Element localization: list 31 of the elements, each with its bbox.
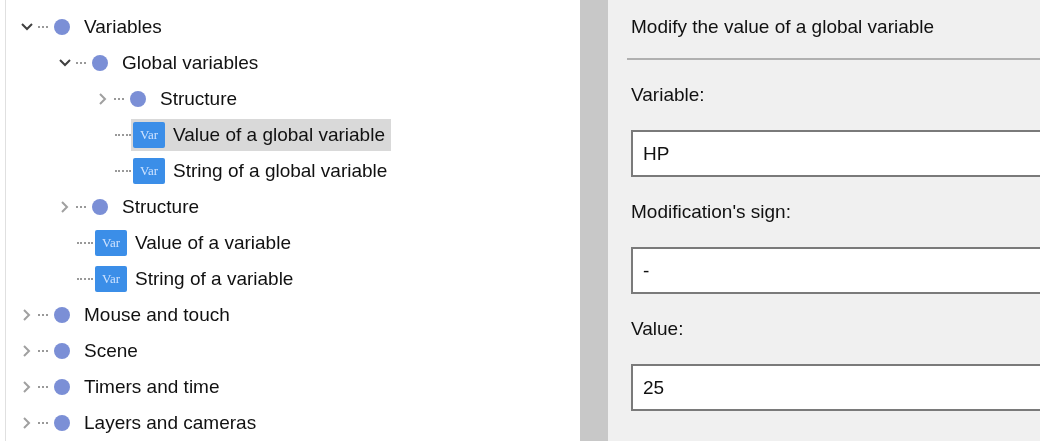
- circle-icon: [54, 307, 70, 323]
- tree-item[interactable]: Value of a global variable: [173, 124, 385, 146]
- circle-icon: [54, 379, 70, 395]
- tree-item[interactable]: Value of a variable: [135, 232, 291, 254]
- var-icon: Var: [133, 122, 165, 148]
- var-icon: Var: [95, 230, 127, 256]
- tree-item[interactable]: Mouse and touch: [84, 304, 230, 326]
- circle-icon: [54, 343, 70, 359]
- tree-item[interactable]: Variables: [84, 16, 162, 38]
- tree-item[interactable]: Structure: [160, 88, 238, 110]
- input-field[interactable]: -: [631, 247, 1040, 294]
- tree-item[interactable]: String of a variable: [135, 268, 294, 290]
- field-label: Value:: [631, 318, 685, 341]
- circle-icon: [130, 91, 146, 107]
- circle-icon: [54, 19, 70, 35]
- var-icon: Var: [133, 158, 165, 184]
- tree-item[interactable]: Global variables: [122, 52, 259, 74]
- input-field[interactable]: HP: [631, 130, 1040, 177]
- tree-item[interactable]: Timers and time: [84, 376, 220, 398]
- field-label: Variable:: [631, 84, 706, 107]
- tree-item[interactable]: String of a global variable: [173, 160, 388, 182]
- var-icon: Var: [95, 266, 127, 292]
- field-label: Modification's sign:: [631, 201, 792, 224]
- circle-icon: [92, 55, 108, 71]
- circle-icon: [92, 199, 108, 215]
- panel-title: Modify the value of a global variable: [631, 16, 936, 39]
- tree-item[interactable]: Layers and cameras: [84, 412, 257, 434]
- tree-item[interactable]: Scene: [84, 340, 138, 362]
- input-field[interactable]: 25: [631, 364, 1040, 411]
- circle-icon: [54, 415, 70, 431]
- tree-item[interactable]: Structure: [122, 196, 200, 218]
